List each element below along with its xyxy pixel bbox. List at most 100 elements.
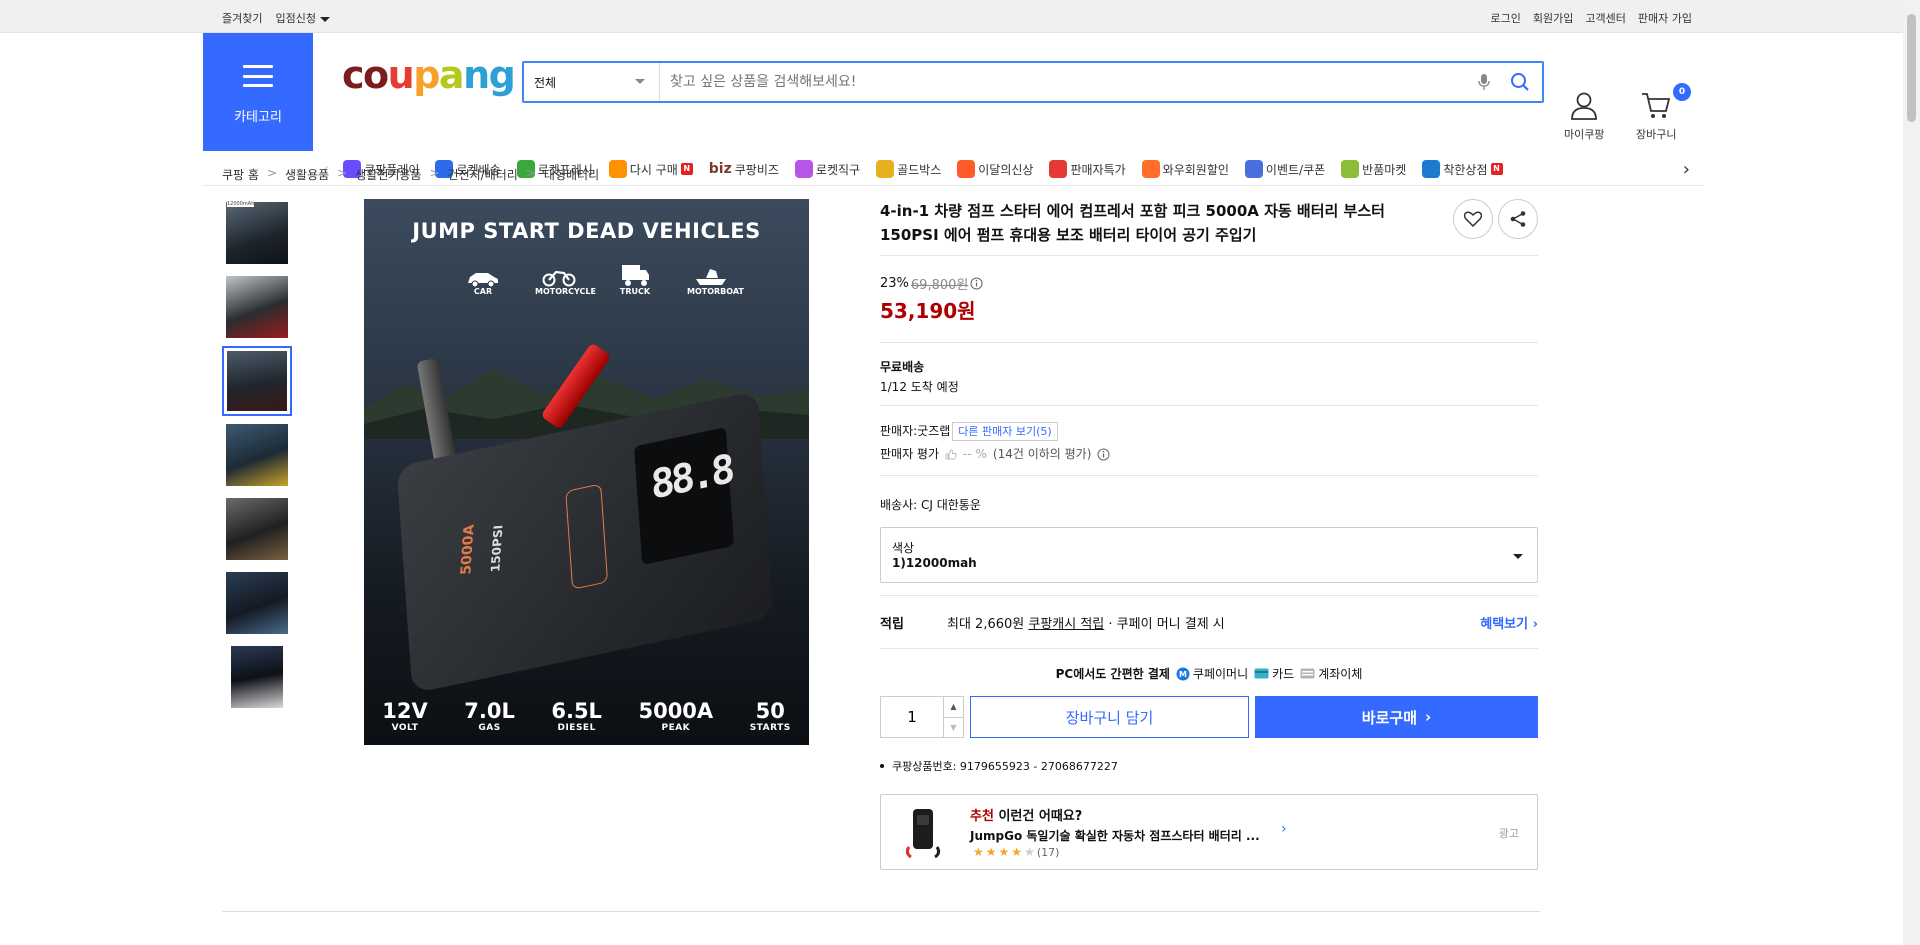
pay-method-transfer: 계좌이체 bbox=[1300, 665, 1362, 682]
spec-label: GAS bbox=[478, 723, 501, 733]
share-icon bbox=[1510, 211, 1526, 227]
image-headline: JUMP START DEAD VEHICLES bbox=[412, 219, 761, 243]
nav-item-7[interactable]: 골드박스 bbox=[876, 160, 941, 178]
info-icon[interactable] bbox=[970, 277, 983, 290]
coupang-cash-link[interactable]: 쿠팡캐시 적립 bbox=[1028, 613, 1104, 632]
scrollbar-thumb[interactable] bbox=[1907, 14, 1916, 122]
spec-bar: 12V VOLT 7.0L GAS 6.5L DIESEL 5000A PEAK 50 START… bbox=[364, 699, 809, 733]
breadcrumb-item[interactable]: 대형배터리 bbox=[544, 166, 599, 183]
thumbs-up-icon bbox=[945, 449, 957, 459]
nav-item-8[interactable]: 이달의신상 bbox=[957, 160, 1033, 178]
vehicle-label: CAR bbox=[473, 287, 493, 296]
wishlist-button[interactable] bbox=[1453, 199, 1493, 239]
search-input[interactable] bbox=[660, 63, 1470, 101]
nav-item-11[interactable]: 이벤트/쿠폰 bbox=[1244, 160, 1325, 178]
logo-letter: g bbox=[488, 53, 516, 97]
quantity-increase-icon[interactable]: ▲ bbox=[944, 697, 963, 717]
thumbnail-1[interactable]: 12000mAh bbox=[222, 198, 292, 268]
search-category-select[interactable]: 전체 bbox=[524, 63, 660, 101]
mycoupang-button[interactable]: 마이쿠팡 bbox=[1564, 91, 1604, 142]
spec-label: STARTS bbox=[749, 723, 791, 733]
share-button[interactable] bbox=[1498, 199, 1538, 239]
shipping-label: 무료배송 bbox=[880, 360, 925, 374]
login-link[interactable]: 로그인 bbox=[1491, 10, 1521, 26]
bank-transfer-icon bbox=[1300, 668, 1315, 679]
customer-center-link[interactable]: 고객센터 bbox=[1585, 10, 1625, 26]
thumbnail-4[interactable] bbox=[222, 420, 292, 490]
recommendation-card[interactable]: 추천 이런건 어때요? JumpGo 독일기술 확실한 자동차 점프스타터 배터… bbox=[880, 794, 1538, 870]
product-id: 쿠팡상품번호: 9179655923 - 27068677227 bbox=[892, 760, 1118, 773]
caret-down-icon bbox=[319, 16, 330, 22]
info-icon[interactable] bbox=[1097, 448, 1110, 461]
device-display: 88.8 bbox=[633, 427, 735, 566]
top-utility-bar: 즐겨찾기 입점신청 로그인 회원가입 고객센터 판매자 가입 bbox=[0, 0, 1920, 33]
nav-item-icon bbox=[957, 160, 976, 178]
motorboat-icon bbox=[687, 261, 735, 287]
benefit-more-link[interactable]: 혜택보기 › bbox=[1480, 613, 1538, 632]
thumbnail-6[interactable] bbox=[222, 568, 292, 638]
category-menu-button[interactable]: 카테고리 bbox=[203, 33, 313, 151]
cart-button[interactable]: 장바구니 bbox=[1636, 91, 1676, 142]
thumbnail-7[interactable] bbox=[222, 642, 292, 712]
breadcrumb-item[interactable]: 생활전기용품 bbox=[355, 166, 421, 183]
nav-item-label: 판매자특가 bbox=[1070, 162, 1126, 177]
page-scrollbar[interactable] bbox=[1903, 0, 1920, 945]
breadcrumb-item[interactable]: 생활용품 bbox=[285, 166, 329, 183]
quantity-decrease-icon[interactable]: ▼ bbox=[944, 716, 963, 738]
reward-section: 적립 최대 2,660원 쿠팡캐시 적립 · 쿠페이 머니 결제 시 혜택보기 … bbox=[880, 596, 1538, 648]
favorites-link[interactable]: 즐겨찾기 bbox=[222, 10, 262, 26]
buy-now-button[interactable]: 바로구매 › bbox=[1255, 696, 1538, 738]
breadcrumb-item[interactable]: 쿠팡 홈 bbox=[222, 166, 259, 183]
device-button-panel bbox=[565, 483, 609, 590]
search-icon[interactable] bbox=[1498, 63, 1542, 101]
nav-next-arrow-icon[interactable]: › bbox=[1683, 159, 1690, 180]
thumbnail-5[interactable] bbox=[222, 494, 292, 564]
vehicle-label: TRUCK bbox=[619, 287, 651, 296]
nav-item-5[interactable]: biz 쿠팡비즈 bbox=[709, 161, 779, 178]
buy-now-label: 바로구매 bbox=[1361, 708, 1417, 727]
seller-apply-menu[interactable]: 입점신청 bbox=[275, 10, 330, 26]
signup-link[interactable]: 회원가입 bbox=[1533, 10, 1573, 26]
seller-rating-label: 판매자 평가 bbox=[880, 447, 940, 461]
nav-item-label: 로켓직구 bbox=[815, 162, 861, 177]
reward-suffix: · 쿠페이 머니 결제 시 bbox=[1108, 616, 1225, 632]
nav-item-9[interactable]: 판매자특가 bbox=[1049, 160, 1126, 178]
dropdown-arrow-icon bbox=[1513, 554, 1523, 559]
thumbnail-3[interactable] bbox=[222, 346, 292, 416]
card-icon bbox=[1254, 668, 1269, 679]
new-badge: N bbox=[1490, 163, 1503, 175]
chevron-right-icon[interactable]: › bbox=[1281, 821, 1287, 837]
other-sellers-button[interactable]: 다른 판매자 보기(5) bbox=[952, 422, 1058, 441]
cart-label: 장바구니 bbox=[1636, 128, 1677, 141]
search-bar: 전체 bbox=[522, 61, 1544, 103]
price-block: 23% 69,800원 53,190원 bbox=[880, 274, 1538, 324]
add-to-cart-button[interactable]: 장바구니 담기 bbox=[970, 696, 1249, 738]
option-select[interactable]: 색상 1)12000mah bbox=[880, 527, 1538, 583]
pay-method-card: 카드 bbox=[1254, 665, 1294, 682]
main-product-image[interactable]: JUMP START DEAD VEHICLES CAR MOTORCYCLE TR… bbox=[364, 199, 809, 745]
vehicle-motorboat: MOTORBOAT bbox=[687, 261, 744, 296]
nav-item-4[interactable]: 다시 구매 N bbox=[608, 160, 693, 178]
breadcrumb-separator-icon: > bbox=[429, 166, 440, 180]
user-icon bbox=[1571, 92, 1598, 120]
chevron-right-icon: › bbox=[1425, 708, 1432, 726]
nav-item-10[interactable]: 와우회원할인 bbox=[1141, 160, 1229, 178]
nav-item-13[interactable]: 착한상점 N bbox=[1422, 160, 1503, 178]
category-label: 카테고리 bbox=[234, 110, 282, 125]
voice-search-icon[interactable] bbox=[1470, 63, 1498, 101]
quantity-input[interactable] bbox=[881, 697, 943, 737]
seller-name[interactable]: 굿즈랩 bbox=[917, 424, 950, 438]
seller-signup-link[interactable]: 판매자 가입 bbox=[1638, 10, 1692, 26]
nav-item-12[interactable]: 반품마켓 bbox=[1341, 160, 1406, 178]
shipping-section: 무료배송 1/12 도착 예정 bbox=[880, 343, 1538, 405]
original-price: 69,800원 bbox=[910, 278, 969, 293]
thumbnail-2[interactable] bbox=[222, 272, 292, 342]
heart-icon bbox=[1464, 211, 1482, 227]
spec-value: 5000A bbox=[638, 699, 714, 723]
star-icon: ★ bbox=[1011, 845, 1023, 859]
breadcrumb-item[interactable]: 건전지/배터리 bbox=[448, 166, 518, 183]
nav-item-6[interactable]: 로켓직구 bbox=[794, 160, 861, 178]
recommended-product-image bbox=[905, 809, 941, 859]
coupang-logo[interactable]: coupang bbox=[342, 53, 516, 97]
coupay-icon: M bbox=[1176, 667, 1190, 680]
